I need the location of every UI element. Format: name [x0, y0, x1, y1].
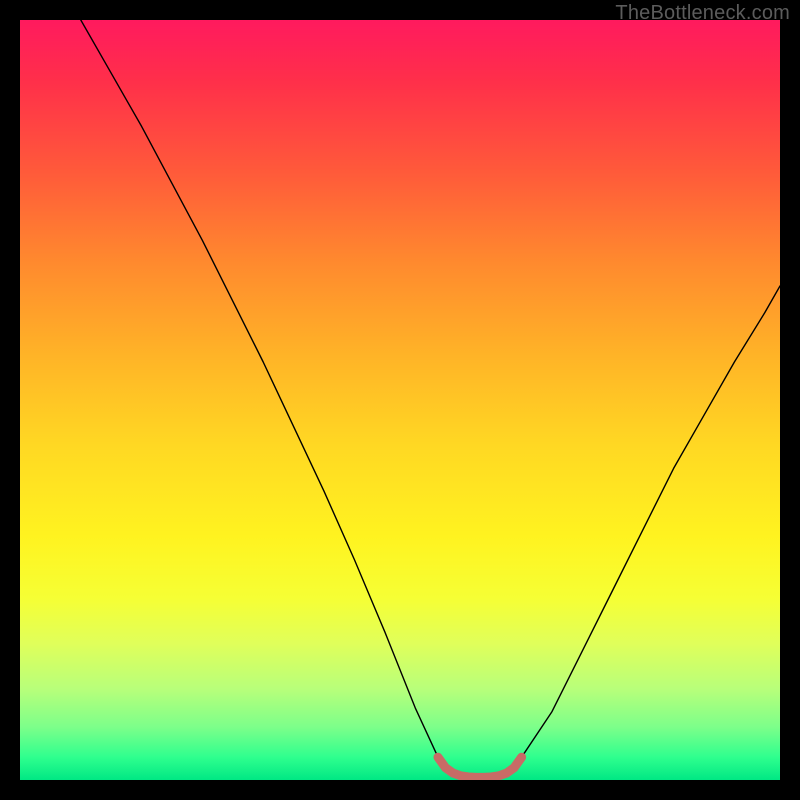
plot-area — [20, 20, 780, 780]
chart-frame: TheBottleneck.com — [0, 0, 800, 800]
watermark-text: TheBottleneck.com — [615, 2, 790, 25]
series-left-arm — [81, 20, 438, 757]
series-valley-floor — [438, 757, 522, 777]
series-right-arm — [522, 286, 780, 757]
curve-overlay — [20, 20, 780, 780]
